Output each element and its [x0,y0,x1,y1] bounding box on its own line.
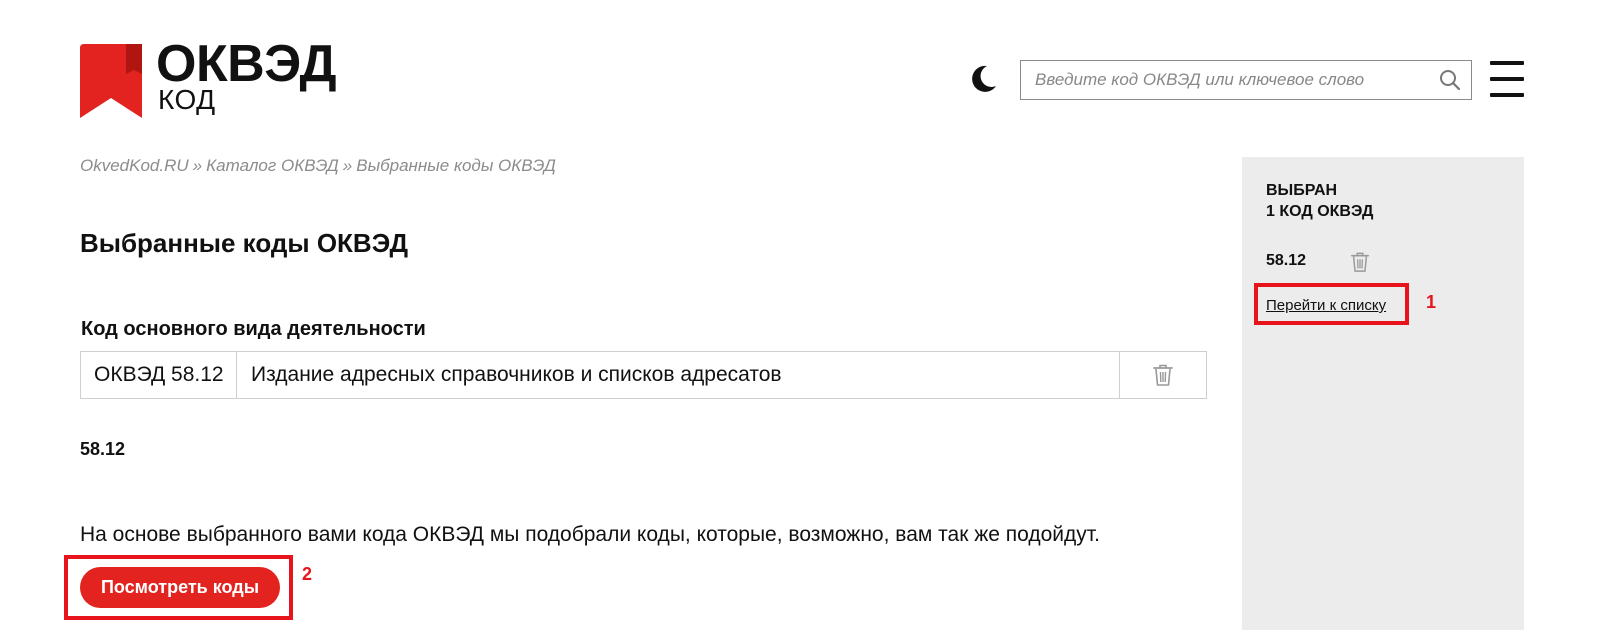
delete-primary-code-button[interactable] [1120,352,1206,398]
primary-code-cell[interactable]: ОКВЭД 58.12 [81,352,237,398]
suggestion-text: На основе выбранного вами кода ОКВЭД мы … [80,523,1100,546]
search-icon[interactable] [1439,69,1461,91]
annotation-box-1 [1254,283,1409,325]
trash-icon[interactable] [1350,251,1370,273]
primary-activity-label: Код основного вида деятельности [81,318,426,340]
breadcrumb-current: Выбранные коды ОКВЭД [356,156,556,175]
selected-codes-sidebar [1242,157,1524,630]
breadcrumb-home-link[interactable]: OkvedKod.RU [80,156,189,175]
logo-title: ОКВЭД [156,35,336,93]
logo-bookmark-icon [80,44,142,118]
primary-code-row: ОКВЭД 58.12 Издание адресных справочнико… [80,351,1207,399]
sidebar-heading: ВЫБРАН 1 КОД ОКВЭД [1266,180,1373,222]
search-input[interactable] [1021,61,1431,99]
breadcrumb-separator: » [342,156,353,175]
breadcrumb-catalog-link[interactable]: Каталог ОКВЭД [206,156,339,175]
annotation-box-2 [64,555,293,620]
logo-subtitle: КОД [158,84,216,115]
hamburger-menu-icon[interactable] [1490,61,1524,97]
breadcrumb: OkvedKod.RU» Каталог ОКВЭД» Выбранные коды… [80,156,556,176]
primary-code-name-cell[interactable]: Издание адресных справочников и списков … [237,352,1120,398]
page-title: Выбранные коды ОКВЭД [80,228,409,258]
selected-code-heading: 58.12 [80,439,126,459]
moon-icon[interactable] [968,64,998,94]
annotation-marker-2: 2 [302,564,313,584]
annotation-marker-1: 1 [1426,292,1437,312]
search-field[interactable] [1020,60,1472,100]
sidebar-code[interactable]: 58.12 [1266,252,1306,270]
trash-icon [1153,364,1173,386]
sidebar-heading-line1: ВЫБРАН [1266,182,1338,199]
sidebar-heading-line2: 1 КОД ОКВЭД [1266,203,1374,220]
site-logo[interactable]: ОКВЭД КОД [80,35,360,120]
breadcrumb-separator: » [192,156,203,175]
